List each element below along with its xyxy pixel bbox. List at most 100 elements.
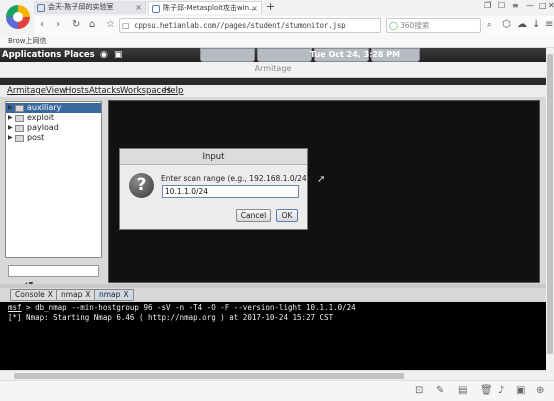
armitage-menubar: Armitage View Hosts Attacks Workspaces H… [0, 85, 546, 97]
remote-toolbar-segment[interactable] [200, 48, 255, 62]
browser-tab-2[interactable]: 陈子邱-Metasploit攻击win... × [148, 1, 262, 14]
page-icon: ▢ [122, 21, 130, 30]
tree-item-label: exploit [27, 113, 55, 122]
tree-item-auxiliary[interactable]: ▶ auxiliary [6, 103, 101, 113]
armitage-titlebar: Armitage [0, 62, 546, 78]
clipboard-icon[interactable]: ▣ [516, 385, 525, 397]
maximize-icon[interactable]: □ [539, 1, 547, 10]
back-icon[interactable]: ‹ [40, 19, 44, 31]
browser-menu-icon[interactable]: ≡ [545, 19, 553, 31]
close-tab-button[interactable]: X [48, 290, 53, 299]
scan-range-input[interactable]: 10.1.1.0/24 [162, 185, 299, 198]
menu-armitage[interactable]: Armitage [7, 86, 46, 96]
remote-toolbar-segment[interactable] [257, 48, 312, 62]
expand-arrow-icon[interactable]: ▶ [8, 133, 13, 143]
tab-console[interactable]: Console X [10, 289, 58, 301]
tree-item-post[interactable]: ▶ post [6, 133, 101, 143]
console-tabs: Console X nmap X nmap X [0, 288, 546, 302]
console-prompt: msf [8, 303, 22, 312]
scroll-thumb[interactable] [14, 373, 404, 379]
close-tab-icon[interactable]: × [251, 2, 258, 14]
tab-nmap-2[interactable]: nmap X [94, 289, 134, 301]
minimize-icon[interactable]: — [526, 1, 534, 10]
panel-clock: Tue Oct 24, 3:28 PM [310, 50, 401, 59]
ok-button[interactable]: OK [276, 209, 298, 222]
window-title: Armitage [254, 64, 292, 73]
tree-item-label: payload [27, 123, 59, 132]
cloud-icon[interactable]: ☁ [517, 19, 527, 31]
console-output[interactable]: msf > db_nmap --min-hostgroup 96 -sV -n … [0, 302, 546, 370]
edit-icon[interactable]: ✎ [436, 385, 444, 397]
bookmark-icon[interactable]: ⊡ [415, 385, 423, 397]
browser-tab-strip: 会天-陈子邱的实验室 × 陈子邱-Metasploit攻击win... × + … [34, 0, 554, 14]
scroll-thumb[interactable] [547, 54, 553, 354]
close-tab-button[interactable]: X [85, 290, 90, 299]
bookmarks-bar: Brow上网信 [0, 35, 554, 48]
bookmark-item[interactable]: Brow上网信 [8, 36, 47, 47]
close-tab-icon[interactable]: × [135, 1, 142, 14]
zoom-icon[interactable]: ⊕ [536, 385, 544, 397]
forward-icon[interactable]: › [56, 19, 60, 31]
question-icon: ? [129, 173, 154, 198]
globe-icon[interactable]: ◉ [100, 49, 108, 61]
reload-icon[interactable]: ↻ [72, 19, 80, 31]
terminal-icon[interactable]: ▣ [114, 49, 123, 61]
restore-icon[interactable]: ❐ [484, 1, 491, 10]
navigation-bar: ‹ › ↻ ⌂ ☆ ▢ cppsu.hetianlab.com//pages/s… [34, 16, 554, 35]
tab-title: 陈子邱-Metasploit攻击win... [163, 4, 256, 12]
expand-arrow-icon[interactable]: ▶ [8, 103, 13, 113]
extension-icon[interactable]: ⬡ [502, 19, 511, 31]
folder-icon [15, 115, 24, 122]
skin-icon[interactable]: ☐ [498, 1, 505, 10]
menu-hosts[interactable]: Hosts [65, 86, 89, 96]
remote-toolbar: Tue Oct 24, 3:28 PM [200, 48, 420, 62]
places-menu[interactable]: Places [64, 49, 95, 61]
expand-arrow-icon[interactable]: ▶ [8, 123, 13, 133]
close-window-icon[interactable]: ✕ [548, 1, 554, 10]
folder-icon [15, 105, 24, 112]
search-icon[interactable]: ⌕ [487, 19, 491, 31]
tree-item-exploit[interactable]: ▶ exploit [6, 113, 101, 123]
download-icon[interactable]: ↓ [532, 19, 540, 31]
folder-icon [15, 135, 24, 142]
menu-view[interactable]: View [46, 86, 66, 96]
cancel-button[interactable]: Cancel [236, 209, 271, 222]
search-placeholder: 360搜索 [400, 21, 430, 30]
tree-item-payload[interactable]: ▶ payload [6, 123, 101, 133]
folder-icon [15, 125, 24, 132]
tab-nmap-1[interactable]: nmap X [56, 289, 96, 301]
browser-logo-icon[interactable] [6, 5, 30, 29]
applications-menu[interactable]: Applications [2, 49, 61, 61]
save-icon[interactable]: ▤ [458, 385, 467, 397]
horizontal-scrollbar[interactable] [0, 370, 546, 380]
input-dialog: Input ? Enter scan range (e.g., 192.168.… [119, 148, 312, 230]
remote-desktop-view[interactable]: Applications Places ◉ ▣ Tue Oct 24, 3:28… [0, 48, 546, 370]
tab-label: nmap [61, 290, 83, 299]
vertical-scrollbar[interactable] [546, 48, 554, 380]
browser-tab-1[interactable]: 会天-陈子邱的实验室 × [34, 1, 146, 14]
favorite-star-icon[interactable]: ☆ [106, 19, 115, 31]
search-input[interactable]: ◯ 360搜索 [386, 18, 481, 33]
console-command: > db_nmap --min-hostgroup 96 -sV -n -T4 … [21, 303, 356, 312]
tab-label: Console [15, 290, 45, 299]
dialog-prompt: Enter scan range (e.g., 192.168.1.0/24): [161, 174, 313, 183]
tab-title: 会天-陈子邱的实验室 [48, 3, 114, 11]
menu-icon[interactable]: ≡ [512, 1, 519, 10]
page-icon [37, 4, 45, 12]
tree-item-label: auxiliary [27, 103, 62, 112]
module-search-input[interactable] [8, 265, 99, 277]
trash-icon[interactable]: 🗑 [480, 385, 493, 397]
close-tab-button[interactable]: X [123, 290, 128, 299]
search-engine-icon: ◯ [389, 21, 398, 30]
home-icon[interactable]: ⌂ [89, 19, 95, 31]
menu-attacks[interactable]: Attacks [89, 86, 121, 96]
tab-label: nmap [99, 290, 121, 299]
menu-help[interactable]: Help [164, 86, 183, 96]
new-tab-button[interactable]: + [266, 0, 275, 13]
sound-icon[interactable]: ♪ [498, 385, 504, 397]
module-tree: ▶ auxiliary ▶ exploit ▶ payload ▶ post [5, 101, 102, 258]
console-output-line: [*] Nmap: Starting Nmap 6.46 ( http://nm… [8, 313, 334, 322]
dialog-title: Input [120, 149, 307, 165]
address-bar[interactable]: ▢ cppsu.hetianlab.com//pages/student/stu… [119, 18, 381, 33]
expand-arrow-icon[interactable]: ▶ [8, 113, 13, 123]
